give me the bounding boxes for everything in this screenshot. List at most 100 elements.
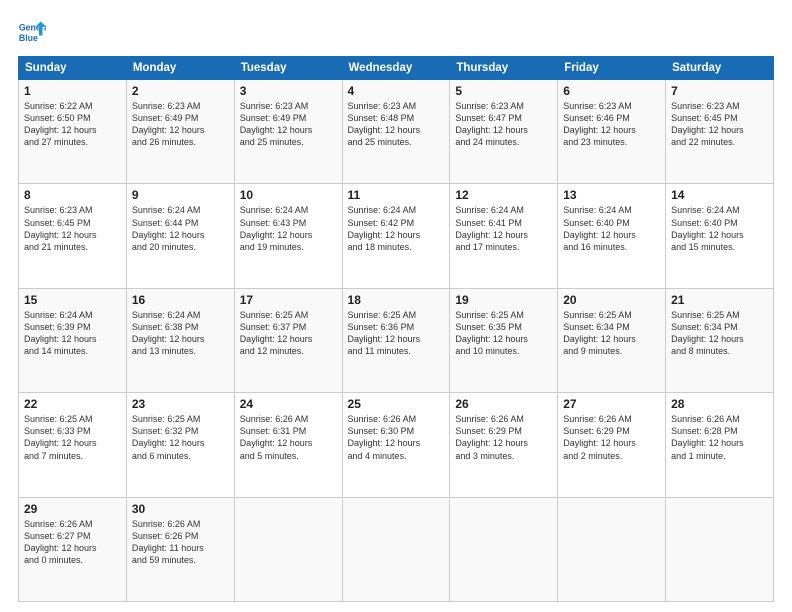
calendar-cell: 29 Sunrise: 6:26 AM Sunset: 6:27 PM Dayli… [19, 497, 127, 601]
calendar-cell: 24Sunrise: 6:26 AM Sunset: 6:31 PM Dayli… [234, 393, 342, 497]
day-info: Sunrise: 6:25 AM Sunset: 6:35 PM Dayligh… [455, 309, 552, 358]
calendar-week-2: 8 Sunrise: 6:23 AM Sunset: 6:45 PM Daylig… [19, 184, 774, 288]
day-info: Sunrise: 6:23 AM Sunset: 6:45 PM Dayligh… [671, 100, 768, 149]
day-info: Sunrise: 6:22 AM Sunset: 6:50 PM Dayligh… [24, 100, 121, 149]
day-number: 21 [671, 293, 768, 307]
day-number: 6 [563, 84, 660, 98]
day-number: 29 [24, 502, 121, 516]
calendar-cell: 8 Sunrise: 6:23 AM Sunset: 6:45 PM Daylig… [19, 184, 127, 288]
calendar-cell: 4 Sunrise: 6:23 AM Sunset: 6:48 PM Daylig… [342, 80, 450, 184]
calendar-cell: 19Sunrise: 6:25 AM Sunset: 6:35 PM Dayli… [450, 288, 558, 392]
day-number: 24 [240, 397, 337, 411]
logo: General Blue [18, 18, 46, 46]
day-number: 2 [132, 84, 229, 98]
day-info: Sunrise: 6:24 AM Sunset: 6:41 PM Dayligh… [455, 204, 552, 253]
calendar-cell: 7 Sunrise: 6:23 AM Sunset: 6:45 PM Daylig… [666, 80, 774, 184]
day-info: Sunrise: 6:23 AM Sunset: 6:49 PM Dayligh… [240, 100, 337, 149]
calendar-cell: 5 Sunrise: 6:23 AM Sunset: 6:47 PM Daylig… [450, 80, 558, 184]
calendar-week-5: 29 Sunrise: 6:26 AM Sunset: 6:27 PM Dayli… [19, 497, 774, 601]
calendar-cell: 12 Sunrise: 6:24 AM Sunset: 6:41 PM Dayli… [450, 184, 558, 288]
day-number: 11 [348, 188, 445, 202]
calendar-cell: 16 Sunrise: 6:24 AM Sunset: 6:38 PM Dayli… [126, 288, 234, 392]
weekday-header-thursday: Thursday [450, 57, 558, 80]
calendar-cell: 1 Sunrise: 6:22 AM Sunset: 6:50 PM Daylig… [19, 80, 127, 184]
day-info: Sunrise: 6:23 AM Sunset: 6:47 PM Dayligh… [455, 100, 552, 149]
day-info: Sunrise: 6:24 AM Sunset: 6:43 PM Dayligh… [240, 204, 337, 253]
calendar-cell: 23 Sunrise: 6:25 AM Sunset: 6:32 PM Dayli… [126, 393, 234, 497]
weekday-header-sunday: Sunday [19, 57, 127, 80]
day-number: 20 [563, 293, 660, 307]
day-number: 10 [240, 188, 337, 202]
day-number: 30 [132, 502, 229, 516]
calendar-cell: 6 Sunrise: 6:23 AM Sunset: 6:46 PM Daylig… [558, 80, 666, 184]
calendar-week-4: 22 Sunrise: 6:25 AM Sunset: 6:33 PM Dayli… [19, 393, 774, 497]
calendar-cell [666, 497, 774, 601]
calendar-cell [450, 497, 558, 601]
day-info: Sunrise: 6:24 AM Sunset: 6:38 PM Dayligh… [132, 309, 229, 358]
day-number: 23 [132, 397, 229, 411]
day-number: 15 [24, 293, 121, 307]
day-info: Sunrise: 6:23 AM Sunset: 6:49 PM Dayligh… [132, 100, 229, 149]
day-number: 1 [24, 84, 121, 98]
calendar-cell: 22 Sunrise: 6:25 AM Sunset: 6:33 PM Dayli… [19, 393, 127, 497]
day-info: Sunrise: 6:26 AM Sunset: 6:29 PM Dayligh… [563, 413, 660, 462]
calendar-cell: 15 Sunrise: 6:24 AM Sunset: 6:39 PM Dayli… [19, 288, 127, 392]
day-info: Sunrise: 6:23 AM Sunset: 6:48 PM Dayligh… [348, 100, 445, 149]
day-number: 4 [348, 84, 445, 98]
calendar-cell [558, 497, 666, 601]
day-number: 22 [24, 397, 121, 411]
day-info: Sunrise: 6:26 AM Sunset: 6:28 PM Dayligh… [671, 413, 768, 462]
calendar-cell: 25Sunrise: 6:26 AM Sunset: 6:30 PM Dayli… [342, 393, 450, 497]
calendar-week-1: 1 Sunrise: 6:22 AM Sunset: 6:50 PM Daylig… [19, 80, 774, 184]
calendar-cell: 18Sunrise: 6:25 AM Sunset: 6:36 PM Dayli… [342, 288, 450, 392]
day-number: 27 [563, 397, 660, 411]
logo-icon: General Blue [18, 18, 46, 46]
day-info: Sunrise: 6:24 AM Sunset: 6:40 PM Dayligh… [671, 204, 768, 253]
day-number: 5 [455, 84, 552, 98]
weekday-header-monday: Monday [126, 57, 234, 80]
day-number: 8 [24, 188, 121, 202]
day-number: 26 [455, 397, 552, 411]
calendar-cell: 2 Sunrise: 6:23 AM Sunset: 6:49 PM Daylig… [126, 80, 234, 184]
day-info: Sunrise: 6:25 AM Sunset: 6:33 PM Dayligh… [24, 413, 121, 462]
calendar-cell [342, 497, 450, 601]
calendar-cell: 9Sunrise: 6:24 AM Sunset: 6:44 PM Daylig… [126, 184, 234, 288]
header: General Blue [18, 18, 774, 46]
calendar-cell: 28Sunrise: 6:26 AM Sunset: 6:28 PM Dayli… [666, 393, 774, 497]
calendar-cell: 30Sunrise: 6:26 AM Sunset: 6:26 PM Dayli… [126, 497, 234, 601]
day-info: Sunrise: 6:24 AM Sunset: 6:42 PM Dayligh… [348, 204, 445, 253]
weekday-header-saturday: Saturday [666, 57, 774, 80]
calendar-cell: 14 Sunrise: 6:24 AM Sunset: 6:40 PM Dayli… [666, 184, 774, 288]
day-info: Sunrise: 6:25 AM Sunset: 6:34 PM Dayligh… [563, 309, 660, 358]
day-info: Sunrise: 6:26 AM Sunset: 6:30 PM Dayligh… [348, 413, 445, 462]
day-info: Sunrise: 6:26 AM Sunset: 6:27 PM Dayligh… [24, 518, 121, 567]
day-info: Sunrise: 6:23 AM Sunset: 6:46 PM Dayligh… [563, 100, 660, 149]
day-number: 14 [671, 188, 768, 202]
day-info: Sunrise: 6:24 AM Sunset: 6:39 PM Dayligh… [24, 309, 121, 358]
day-info: Sunrise: 6:25 AM Sunset: 6:37 PM Dayligh… [240, 309, 337, 358]
svg-text:Blue: Blue [19, 33, 38, 43]
day-info: Sunrise: 6:26 AM Sunset: 6:29 PM Dayligh… [455, 413, 552, 462]
page: General Blue SundayMondayTuesdayWednesda… [0, 0, 792, 612]
weekday-header-row: SundayMondayTuesdayWednesdayThursdayFrid… [19, 57, 774, 80]
day-number: 12 [455, 188, 552, 202]
day-info: Sunrise: 6:25 AM Sunset: 6:34 PM Dayligh… [671, 309, 768, 358]
day-number: 7 [671, 84, 768, 98]
calendar-cell: 26 Sunrise: 6:26 AM Sunset: 6:29 PM Dayli… [450, 393, 558, 497]
day-number: 3 [240, 84, 337, 98]
calendar-cell: 17Sunrise: 6:25 AM Sunset: 6:37 PM Dayli… [234, 288, 342, 392]
calendar-cell: 11 Sunrise: 6:24 AM Sunset: 6:42 PM Dayli… [342, 184, 450, 288]
calendar-cell: 27 Sunrise: 6:26 AM Sunset: 6:29 PM Dayli… [558, 393, 666, 497]
day-number: 9 [132, 188, 229, 202]
weekday-header-wednesday: Wednesday [342, 57, 450, 80]
day-number: 13 [563, 188, 660, 202]
day-info: Sunrise: 6:25 AM Sunset: 6:32 PM Dayligh… [132, 413, 229, 462]
calendar-cell: 21 Sunrise: 6:25 AM Sunset: 6:34 PM Dayli… [666, 288, 774, 392]
day-number: 16 [132, 293, 229, 307]
day-info: Sunrise: 6:23 AM Sunset: 6:45 PM Dayligh… [24, 204, 121, 253]
day-info: Sunrise: 6:24 AM Sunset: 6:40 PM Dayligh… [563, 204, 660, 253]
calendar-cell: 10 Sunrise: 6:24 AM Sunset: 6:43 PM Dayli… [234, 184, 342, 288]
weekday-header-friday: Friday [558, 57, 666, 80]
weekday-header-tuesday: Tuesday [234, 57, 342, 80]
day-number: 18 [348, 293, 445, 307]
